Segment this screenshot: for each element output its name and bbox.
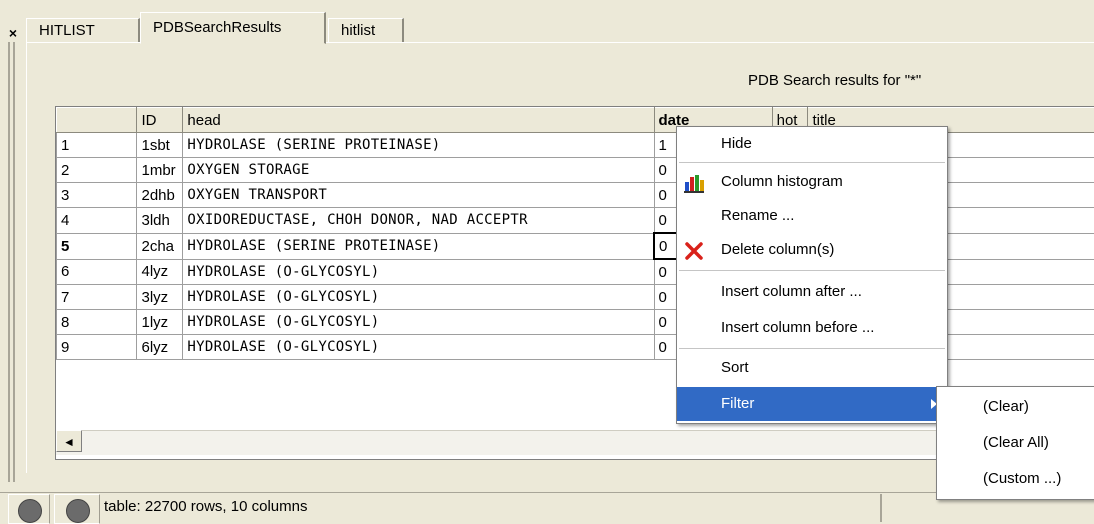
row-number[interactable]: 6 bbox=[57, 259, 137, 285]
submenu-item-label: (Clear) bbox=[983, 389, 1029, 425]
cell-id[interactable]: 2dhb bbox=[137, 183, 183, 208]
cell-id[interactable]: 1sbt bbox=[137, 133, 183, 158]
status-indicator-icon bbox=[66, 499, 90, 523]
row-number[interactable]: 2 bbox=[57, 158, 137, 183]
menu-item-hide[interactable]: Hide bbox=[677, 127, 947, 161]
splitter-line bbox=[13, 42, 15, 482]
cell-head[interactable]: HYDROLASE (SERINE PROTEINASE) bbox=[183, 233, 654, 259]
menu-item-delete-column[interactable]: Delete column(s) bbox=[677, 233, 947, 267]
cell-id[interactable]: 4lyz bbox=[137, 259, 183, 285]
menu-item-label: Column histogram bbox=[721, 165, 843, 199]
delete-x-icon bbox=[683, 240, 705, 260]
results-title: PDB Search results for "*" bbox=[748, 72, 921, 89]
menu-item-sort[interactable]: Sort bbox=[677, 351, 947, 385]
submenu-item-custom[interactable]: (Custom ...) bbox=[937, 461, 1094, 497]
cell-head[interactable]: HYDROLASE (O-GLYCOSYL) bbox=[183, 259, 654, 285]
cell-head[interactable]: OXYGEN STORAGE bbox=[183, 158, 654, 183]
status-indicator-icon bbox=[18, 499, 42, 523]
menu-item-insert-after[interactable]: Insert column after ... bbox=[677, 275, 947, 309]
status-separator bbox=[880, 494, 882, 522]
submenu-item-clear[interactable]: (Clear) bbox=[937, 389, 1094, 425]
status-text: table: 22700 rows, 10 columns bbox=[104, 498, 307, 515]
menu-item-label: Hide bbox=[721, 127, 752, 161]
cell-id[interactable]: 6lyz bbox=[137, 335, 183, 360]
submenu-item-label: (Custom ...) bbox=[983, 461, 1061, 497]
close-panel-icon[interactable]: × bbox=[6, 26, 20, 40]
column-header-rownum[interactable] bbox=[57, 108, 137, 133]
row-number[interactable]: 3 bbox=[57, 183, 137, 208]
submenu-item-clear-all[interactable]: (Clear All) bbox=[937, 425, 1094, 461]
cell-head[interactable]: HYDROLASE (O-GLYCOSYL) bbox=[183, 335, 654, 360]
menu-item-label: Insert column before ... bbox=[721, 311, 874, 345]
row-number[interactable]: 1 bbox=[57, 133, 137, 158]
cell-id[interactable]: 3ldh bbox=[137, 208, 183, 234]
cell-head[interactable]: OXIDOREDUCTASE, CHOH DONOR, NAD ACCEPTR bbox=[183, 208, 654, 234]
splitter-line bbox=[8, 42, 10, 482]
cell-id[interactable]: 1mbr bbox=[137, 158, 183, 183]
row-number[interactable]: 8 bbox=[57, 310, 137, 335]
menu-item-label: Insert column after ... bbox=[721, 275, 862, 309]
menu-item-label: Sort bbox=[721, 351, 749, 385]
scroll-left-arrow-icon[interactable]: ◄ bbox=[56, 430, 82, 452]
menu-separator bbox=[679, 162, 945, 163]
menu-item-label: Rename ... bbox=[721, 199, 794, 233]
row-number[interactable]: 9 bbox=[57, 335, 137, 360]
row-number[interactable]: 7 bbox=[57, 285, 137, 310]
cell-head[interactable]: HYDROLASE (O-GLYCOSYL) bbox=[183, 285, 654, 310]
histogram-icon bbox=[683, 172, 705, 192]
menu-item-label: Delete column(s) bbox=[721, 233, 834, 267]
menu-item-label: Filter bbox=[721, 387, 754, 421]
cell-id[interactable]: 3lyz bbox=[137, 285, 183, 310]
cell-head[interactable]: HYDROLASE (SERINE PROTEINASE) bbox=[183, 133, 654, 158]
menu-item-rename[interactable]: Rename ... bbox=[677, 199, 947, 233]
tab-hitlist-upper[interactable]: HITLIST bbox=[26, 18, 140, 42]
menu-item-insert-before[interactable]: Insert column before ... bbox=[677, 311, 947, 345]
cell-head[interactable]: HYDROLASE (O-GLYCOSYL) bbox=[183, 310, 654, 335]
tab-hitlist-lower[interactable]: hitlist bbox=[328, 18, 404, 42]
row-number[interactable]: 4 bbox=[57, 208, 137, 234]
cell-id[interactable]: 2cha bbox=[137, 233, 183, 259]
submenu-item-label: (Clear All) bbox=[983, 425, 1049, 461]
menu-item-filter[interactable]: Filter bbox=[677, 387, 947, 421]
cell-head[interactable]: OXYGEN TRANSPORT bbox=[183, 183, 654, 208]
column-header-id[interactable]: ID bbox=[137, 108, 183, 133]
tab-pdb-search-results[interactable]: PDBSearchResults bbox=[140, 12, 326, 44]
cell-id[interactable]: 1lyz bbox=[137, 310, 183, 335]
row-number[interactable]: 5 bbox=[57, 233, 137, 259]
menu-separator bbox=[679, 348, 945, 349]
menu-item-column-histogram[interactable]: Column histogram bbox=[677, 165, 947, 199]
column-header-head[interactable]: head bbox=[183, 108, 654, 133]
column-context-menu: Hide Column histogram Rename ... Delete … bbox=[676, 126, 948, 424]
filter-submenu: (Clear) (Clear All) (Custom ...) bbox=[936, 386, 1094, 500]
menu-separator bbox=[679, 270, 945, 271]
